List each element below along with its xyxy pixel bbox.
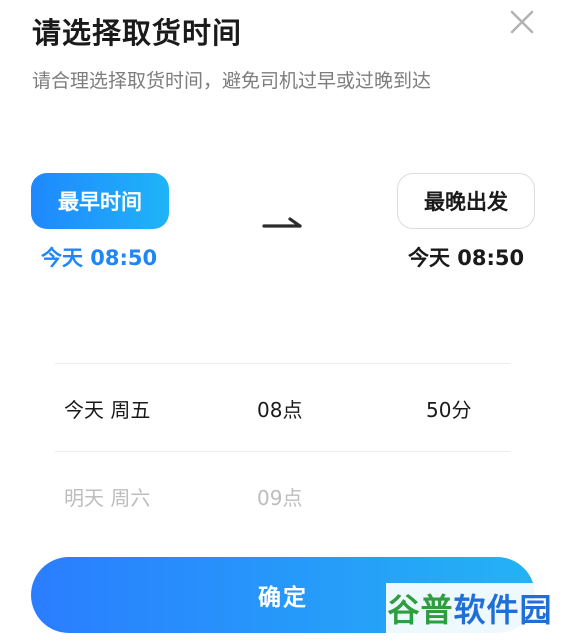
picker-divider-top xyxy=(55,363,510,364)
picker-divider-bottom xyxy=(55,451,510,452)
earliest-time-label: 最早时间 xyxy=(58,190,142,214)
close-icon xyxy=(510,10,534,34)
close-button[interactable] xyxy=(506,6,538,38)
watermark-logo: 谷普 软件园 xyxy=(386,583,554,633)
confirm-button-label: 确定 xyxy=(258,585,308,611)
page-title: 请选择取货时间 xyxy=(32,16,243,50)
latest-departure-label: 最晚出发 xyxy=(424,190,508,214)
picker-day-next[interactable]: 明天 周六 xyxy=(64,482,150,511)
picker-day-selected[interactable]: 今天 周五 xyxy=(64,394,150,423)
watermark-part1: 谷普 xyxy=(387,591,454,629)
arrow-right-icon xyxy=(262,217,302,228)
earliest-time-value: 今天 08:50 xyxy=(41,246,158,270)
picker-hour-selected[interactable]: 08点 xyxy=(257,394,302,423)
page-subtitle: 请合理选择取货时间，避免司机过早或过晚到达 xyxy=(32,70,432,92)
latest-departure-tab[interactable]: 最晚出发 xyxy=(397,173,535,229)
picker-hour-next[interactable]: 09点 xyxy=(257,482,302,511)
latest-departure-value: 今天 08:50 xyxy=(408,246,525,270)
earliest-time-tab[interactable]: 最早时间 xyxy=(31,173,169,229)
picker-minute-selected[interactable]: 50分 xyxy=(426,394,471,423)
watermark-part2: 软件园 xyxy=(453,591,553,629)
time-picker-sheet: 请选择取货时间 请合理选择取货时间，避免司机过早或过晚到达 最早时间 今天 08… xyxy=(0,0,565,644)
